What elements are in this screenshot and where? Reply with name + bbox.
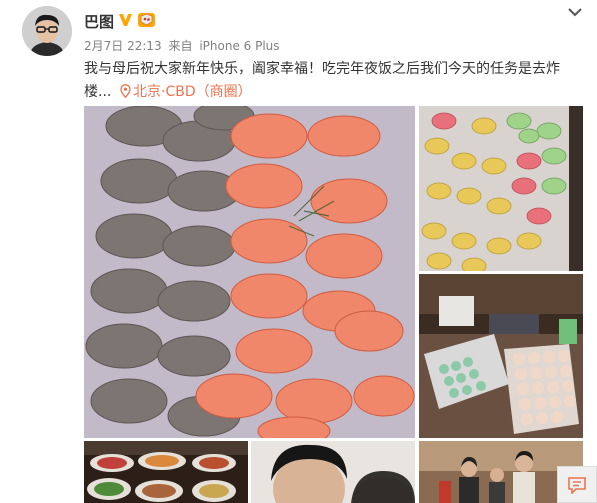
chevron-down-icon[interactable] — [565, 3, 585, 21]
member-level-icon[interactable] — [137, 11, 156, 28]
location-label: 北京·CBD（商圈） — [133, 84, 252, 100]
post-meta: 2月7日 22:13 来自 iPhone 6 Plus — [84, 37, 283, 54]
weibo-post: 巴图 2月7日 22:13 来自 iPhone 6 Plus 我与母后祝大家新年… — [0, 0, 597, 503]
dinner-table-photo[interactable] — [84, 441, 248, 503]
selfie-photo[interactable] — [251, 441, 415, 503]
dumplings-tray-photo[interactable] — [84, 106, 415, 438]
location-link[interactable]: 北京·CBD（商圈） — [120, 81, 252, 106]
dumpling-making-photo[interactable] — [419, 274, 583, 438]
username[interactable]: 巴图 — [84, 11, 114, 32]
colorful-dumplings-photo[interactable] — [419, 106, 583, 271]
source-prefix: 来自 — [168, 39, 193, 53]
source-device[interactable]: iPhone 6 Plus — [199, 39, 279, 53]
feedback-icon[interactable] — [557, 466, 597, 503]
post-timestamp[interactable]: 2月7日 22:13 — [84, 39, 162, 53]
location-pin-icon — [120, 83, 131, 106]
avatar[interactable] — [22, 6, 72, 56]
weibo-verified-icon[interactable] — [118, 12, 133, 27]
